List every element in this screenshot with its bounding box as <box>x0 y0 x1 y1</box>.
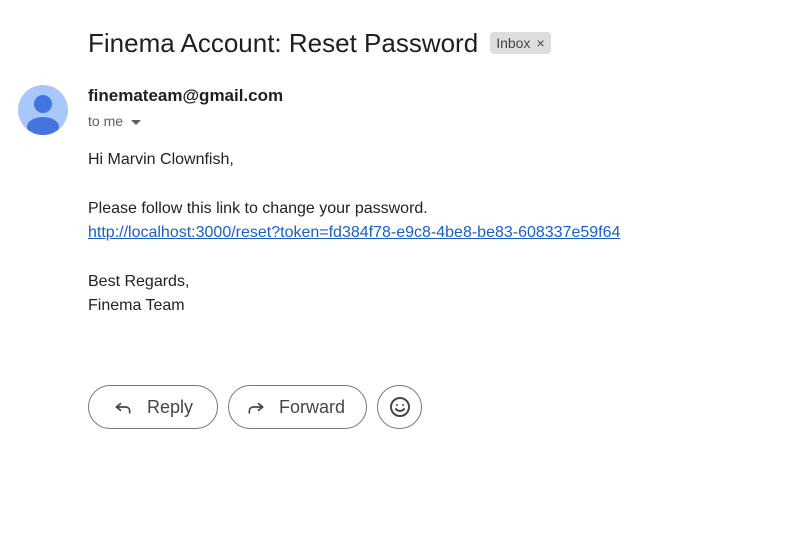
message-actions: Reply Forward <box>88 385 422 429</box>
reply-button[interactable]: Reply <box>88 385 218 429</box>
forward-label: Forward <box>279 396 346 417</box>
reply-label: Reply <box>147 396 194 417</box>
instruction-text: Please follow this link to change your p… <box>88 200 428 217</box>
reply-icon <box>115 402 131 414</box>
sender-avatar[interactable] <box>18 85 68 135</box>
email-view: Finema Account: Reset Password Inbox × f… <box>0 0 812 540</box>
recipients-text: to me <box>88 113 124 129</box>
email-subject: Finema Account: Reset Password <box>88 27 479 58</box>
forward-button[interactable]: Forward <box>228 385 367 429</box>
reset-password-link[interactable]: http://localhost:3000/reset?token=fd384f… <box>88 224 620 241</box>
person-icon <box>27 95 59 135</box>
sender-email[interactable]: finemateam@gmail.com <box>88 86 283 106</box>
greeting: Hi Marvin Clownfish, <box>88 151 234 168</box>
forward-icon <box>248 402 264 414</box>
signature: Finema Team <box>88 297 185 314</box>
closing: Best Regards, <box>88 273 190 290</box>
emoji-reaction-button[interactable] <box>377 385 422 429</box>
recipients: to me <box>88 113 142 129</box>
emoji-reaction-icon <box>389 397 410 417</box>
subject-row: Finema Account: Reset Password Inbox × <box>88 24 551 62</box>
email-body: Hi Marvin Clownfish, Please follow this … <box>88 148 620 318</box>
inbox-label-chip[interactable]: Inbox × <box>490 32 551 54</box>
label-chip-text: Inbox <box>496 35 531 51</box>
remove-label-icon[interactable]: × <box>536 36 544 50</box>
caret-down-icon[interactable] <box>131 119 142 125</box>
